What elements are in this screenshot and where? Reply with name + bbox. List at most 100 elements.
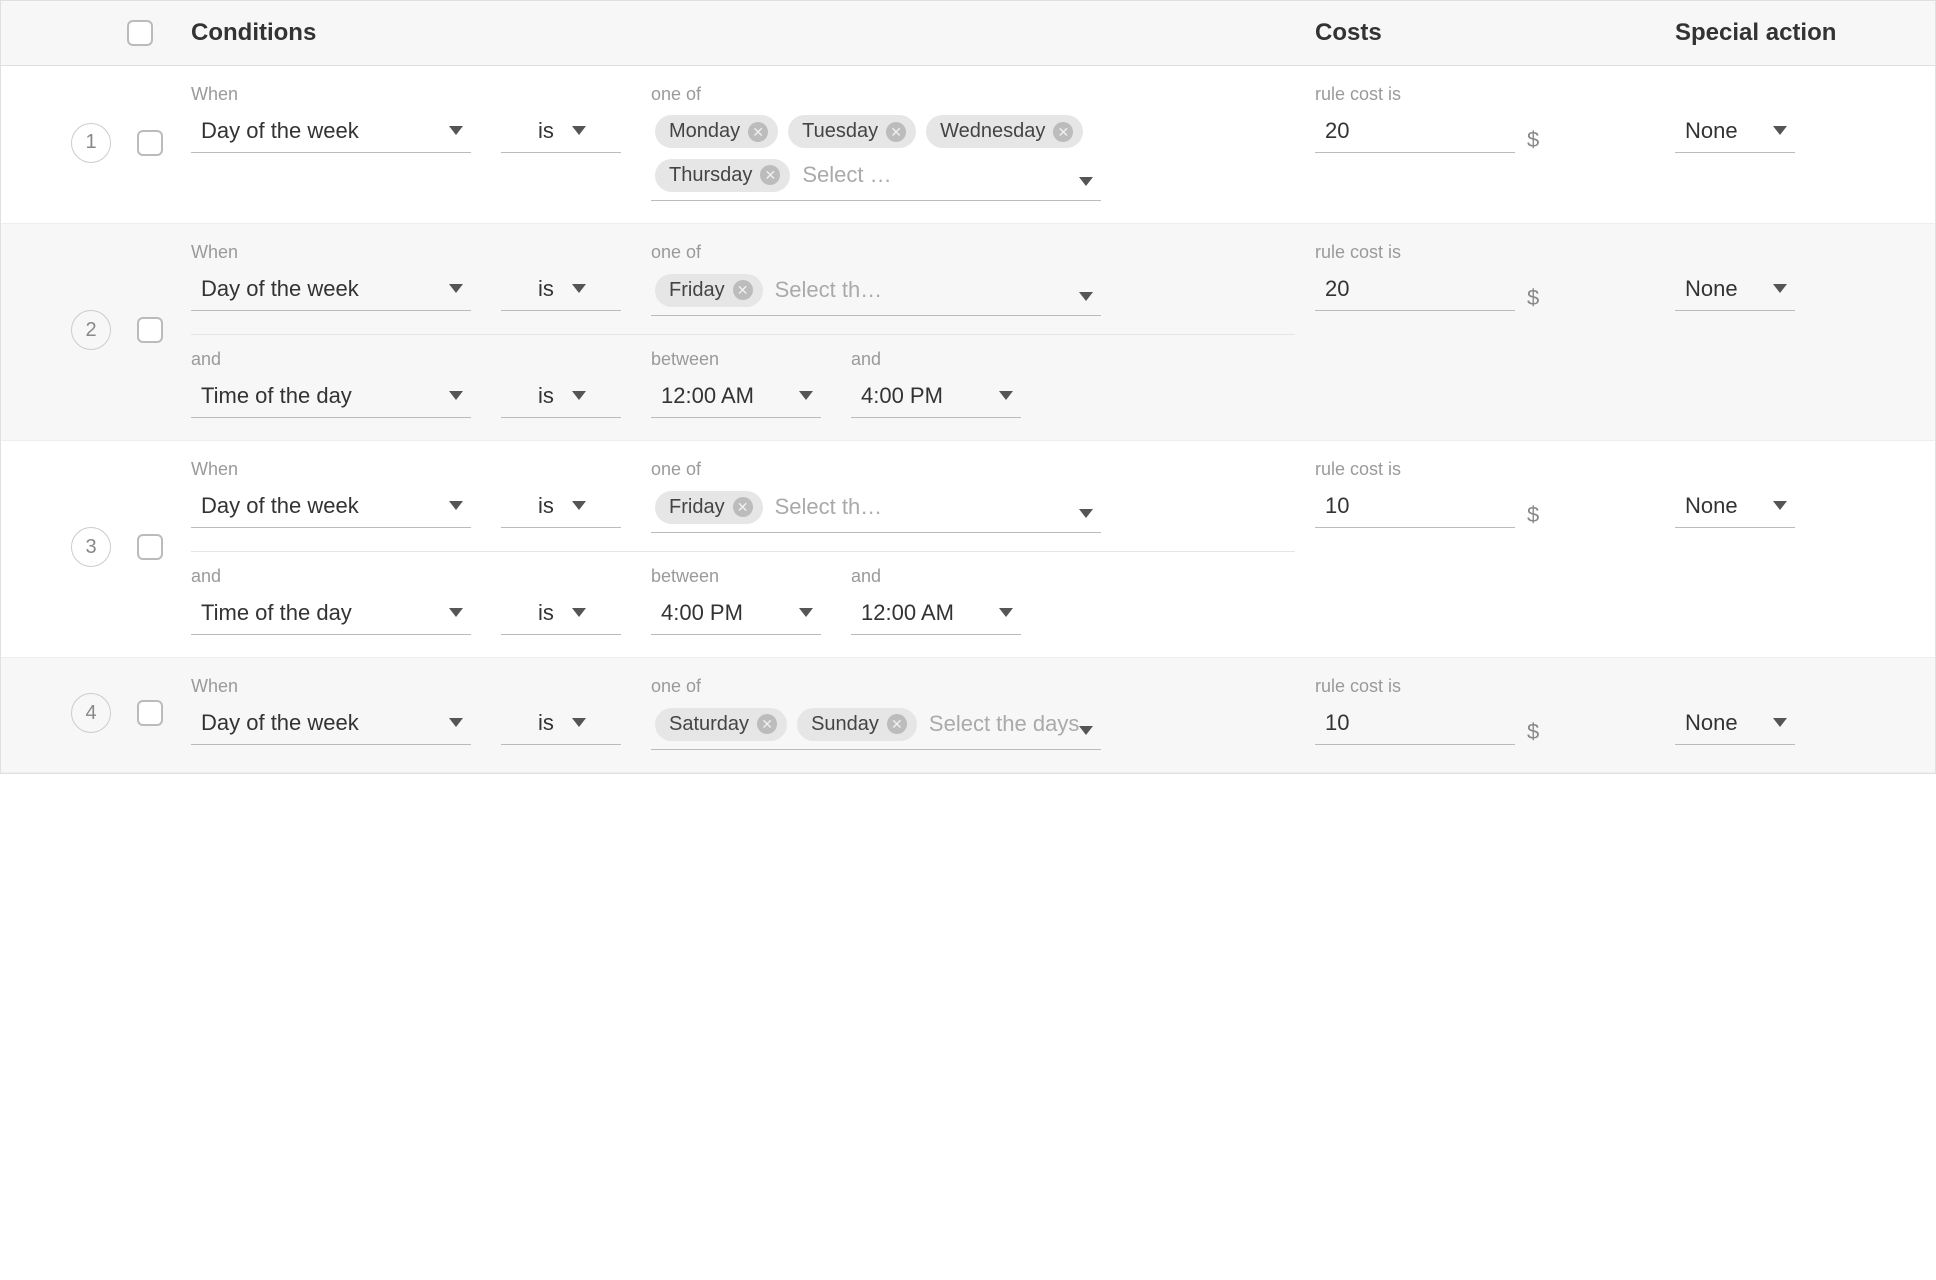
- attribute-select[interactable]: Day of the week: [191, 111, 471, 153]
- cost-input[interactable]: 20: [1315, 269, 1515, 311]
- row-checkbox[interactable]: [137, 534, 163, 560]
- operator-label: [501, 459, 621, 480]
- chevron-down-icon: [999, 608, 1013, 617]
- remove-tag-icon[interactable]: ✕: [760, 165, 780, 185]
- days-multiselect[interactable]: Saturday✕Sunday✕Select the days: [651, 703, 1101, 750]
- special-action-select[interactable]: None: [1675, 269, 1795, 311]
- header-costs: Costs: [1315, 19, 1675, 47]
- rulecost-label: rule cost is: [1315, 459, 1675, 480]
- cost-input[interactable]: 20: [1315, 111, 1515, 153]
- operator-label: [501, 242, 621, 263]
- operator-value: is: [538, 383, 554, 409]
- special-action-field: None: [1675, 242, 1935, 311]
- costs-cell: rule cost is 10 $: [1315, 459, 1675, 635]
- operator-select[interactable]: is: [501, 593, 621, 635]
- operator-select[interactable]: is: [501, 111, 621, 153]
- day-tag: Sunday✕: [797, 708, 917, 741]
- costs-cell: rule cost is 10 $: [1315, 676, 1675, 750]
- attribute-value: Day of the week: [201, 493, 359, 519]
- operator-value: is: [538, 276, 554, 302]
- special-action-select[interactable]: None: [1675, 703, 1795, 745]
- rules-table: Conditions Costs Special action 1 When D…: [0, 0, 1936, 774]
- chevron-down-icon: [1079, 726, 1093, 735]
- attribute-select[interactable]: Day of the week: [191, 703, 471, 745]
- remove-tag-icon[interactable]: ✕: [886, 122, 906, 142]
- time-from-select[interactable]: 4:00 PM: [651, 593, 821, 635]
- remove-tag-icon[interactable]: ✕: [887, 714, 907, 734]
- time-to-select[interactable]: 4:00 PM: [851, 376, 1021, 418]
- row-checkbox[interactable]: [137, 317, 163, 343]
- days-placeholder[interactable]: Select th…: [773, 273, 885, 307]
- attribute-select[interactable]: Day of the week: [191, 486, 471, 528]
- days-placeholder[interactable]: Select th…: [773, 490, 885, 524]
- special-action-value: None: [1685, 118, 1738, 144]
- values-field: one of Monday✕Tuesday✕Wednesday✕Thursday…: [651, 84, 1101, 201]
- attribute-select[interactable]: Time of the day: [191, 593, 471, 635]
- tag-label: Thursday: [669, 164, 752, 187]
- row-number: 1: [71, 123, 111, 163]
- special-action-field: None: [1675, 459, 1935, 528]
- days-placeholder[interactable]: Select …: [800, 158, 893, 192]
- remove-tag-icon[interactable]: ✕: [757, 714, 777, 734]
- conditions-cell: When Day of the week is one of Monday✕Tu…: [191, 84, 1315, 201]
- row-selector: 4: [1, 676, 191, 750]
- special-action-select[interactable]: None: [1675, 111, 1795, 153]
- when-field: When Day of the week: [191, 242, 471, 311]
- condition-line: When Day of the week is one of Friday✕Se…: [191, 459, 1295, 533]
- condition-line: and Time of the day is between 12:00 AM …: [191, 349, 1295, 418]
- day-tag: Monday✕: [655, 115, 778, 148]
- select-all-checkbox[interactable]: [127, 20, 153, 46]
- chevron-down-icon: [449, 391, 463, 400]
- time-from-select[interactable]: 12:00 AM: [651, 376, 821, 418]
- operator-select[interactable]: is: [501, 703, 621, 745]
- operator-select[interactable]: is: [501, 376, 621, 418]
- table-header: Conditions Costs Special action: [1, 1, 1935, 66]
- special-action-value: None: [1685, 710, 1738, 736]
- special-action-value: None: [1685, 276, 1738, 302]
- operator-value: is: [538, 600, 554, 626]
- chevron-down-icon: [572, 718, 586, 727]
- remove-tag-icon[interactable]: ✕: [733, 280, 753, 300]
- chevron-down-icon: [449, 718, 463, 727]
- remove-tag-icon[interactable]: ✕: [1053, 122, 1073, 142]
- chevron-down-icon: [572, 608, 586, 617]
- attribute-value: Day of the week: [201, 710, 359, 736]
- tag-label: Friday: [669, 496, 725, 519]
- chevron-down-icon: [449, 608, 463, 617]
- days-multiselect[interactable]: Monday✕Tuesday✕Wednesday✕Thursday✕Select…: [651, 111, 1101, 201]
- operator-select[interactable]: is: [501, 269, 621, 311]
- days-multiselect[interactable]: Friday ✕ Select th…: [651, 486, 1101, 533]
- days-placeholder[interactable]: Select the days: [927, 707, 1081, 741]
- row-checkbox[interactable]: [137, 700, 163, 726]
- special-action-select[interactable]: None: [1675, 486, 1795, 528]
- day-tag: Tuesday✕: [788, 115, 916, 148]
- row-selector: 3: [1, 459, 191, 635]
- remove-tag-icon[interactable]: ✕: [733, 497, 753, 517]
- days-multiselect[interactable]: Friday✕ Select th…: [651, 269, 1101, 316]
- when-field: When Day of the week: [191, 459, 471, 528]
- cost-input[interactable]: 10: [1315, 486, 1515, 528]
- rule-row: 1 When Day of the week is one of Monday✕…: [1, 66, 1935, 224]
- cost-value: 10: [1325, 493, 1349, 519]
- header-special: Special action: [1675, 19, 1935, 47]
- chevron-down-icon: [572, 284, 586, 293]
- rule-row: 4 When Day of the week is one of Saturda…: [1, 658, 1935, 773]
- attribute-select[interactable]: Day of the week: [191, 269, 471, 311]
- day-tag: Friday ✕: [655, 491, 763, 524]
- day-tag: Friday✕: [655, 274, 763, 307]
- row-checkbox[interactable]: [137, 130, 163, 156]
- attribute-value: Day of the week: [201, 276, 359, 302]
- when-label: When: [191, 84, 471, 105]
- chevron-down-icon: [572, 501, 586, 510]
- chevron-down-icon: [799, 608, 813, 617]
- attribute-select[interactable]: Time of the day: [191, 376, 471, 418]
- time-to-value: 12:00 AM: [861, 600, 954, 626]
- operator-label: [501, 349, 621, 370]
- cost-input[interactable]: 10: [1315, 703, 1515, 745]
- operator-select[interactable]: is: [501, 486, 621, 528]
- condition-separator: [191, 551, 1295, 562]
- remove-tag-icon[interactable]: ✕: [748, 122, 768, 142]
- time-to-select[interactable]: 12:00 AM: [851, 593, 1021, 635]
- header-conditions: Conditions: [191, 19, 1315, 47]
- when-label: When: [191, 242, 471, 263]
